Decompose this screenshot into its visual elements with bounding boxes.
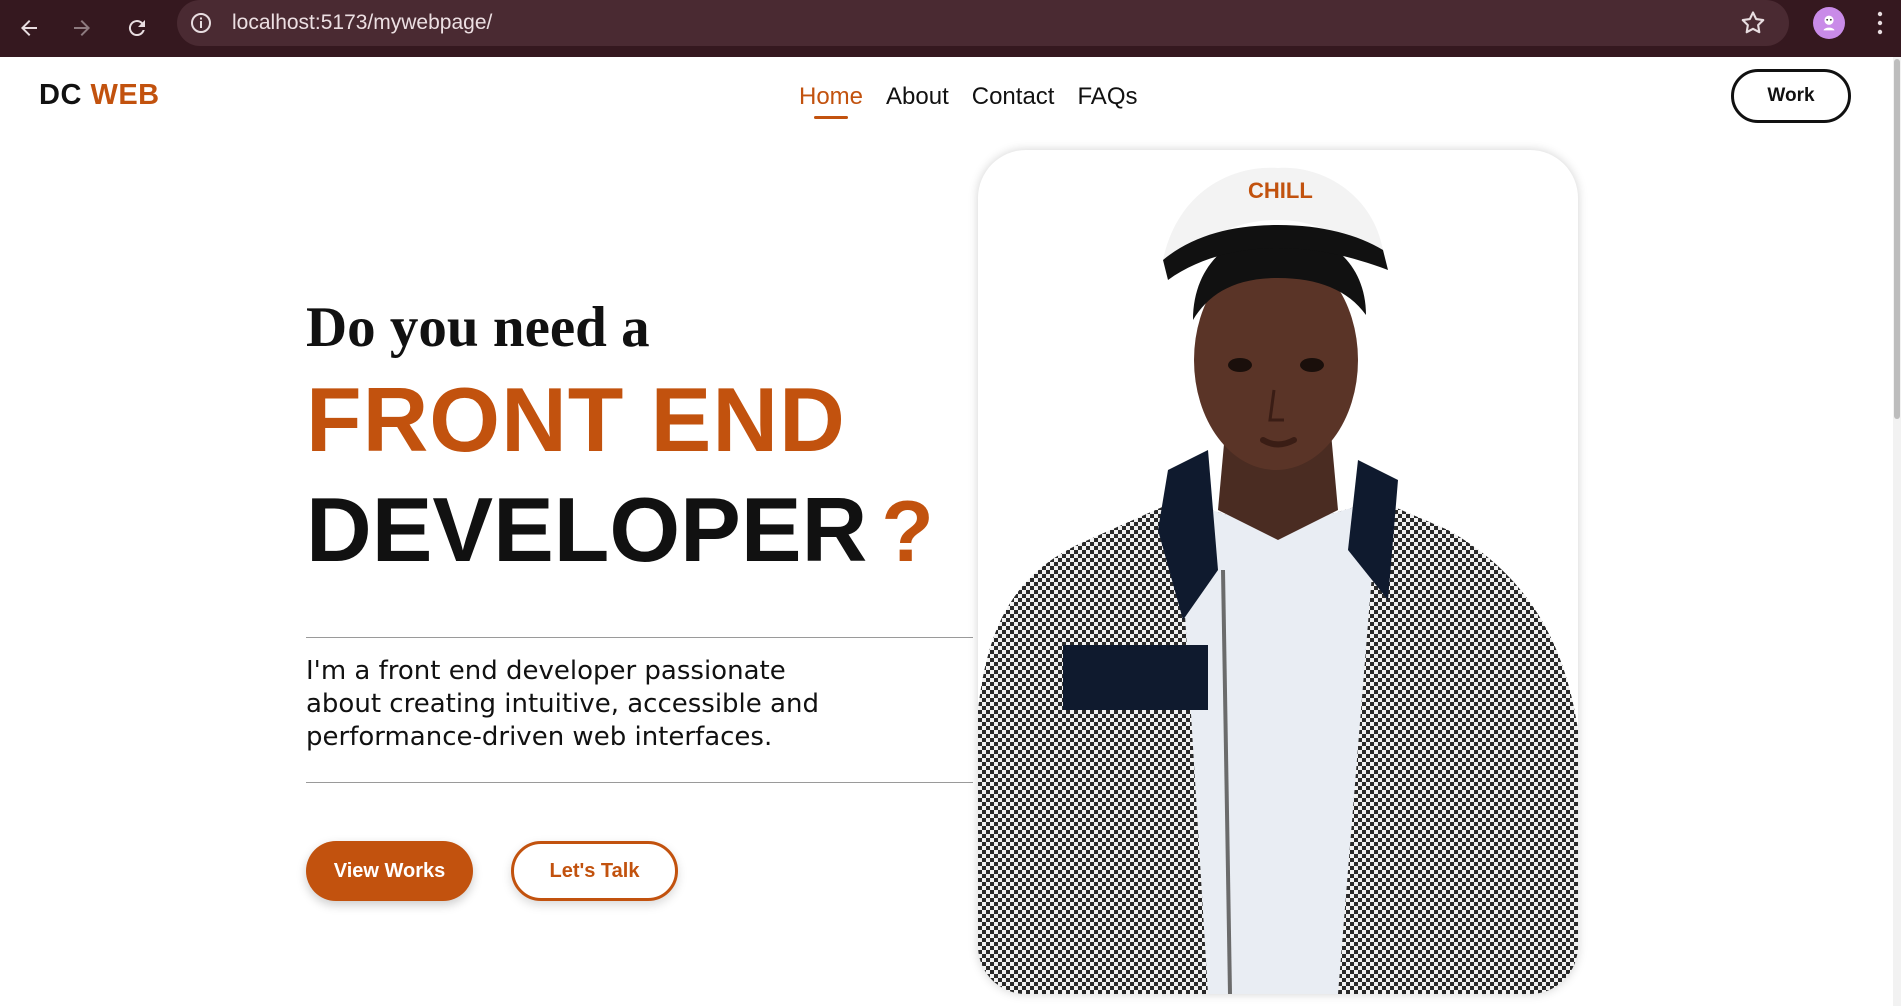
forward-button[interactable]: [62, 8, 102, 48]
work-button[interactable]: Work: [1731, 69, 1851, 123]
hero-heading-line1: Do you need a: [306, 296, 650, 359]
page-scrollbar[interactable]: [1893, 57, 1901, 1006]
hero-heading-line3: DEVELOPER?: [306, 485, 934, 576]
divider-bottom: [306, 782, 973, 783]
hero-description: I'm a front end developer passionate abo…: [306, 656, 819, 752]
hero-heading-developer: DEVELOPER: [306, 480, 868, 581]
nav-faqs[interactable]: FAQs: [1077, 83, 1137, 111]
menu-icon[interactable]: [1868, 8, 1892, 38]
forward-icon: [74, 20, 90, 36]
star-icon[interactable]: [1739, 9, 1767, 37]
question-mark: ?: [881, 484, 934, 580]
web-page: DC WEB Home About Contact FAQs Work Do y…: [0, 57, 1901, 1006]
nav-about[interactable]: About: [886, 83, 949, 111]
hero-heading-line2: FRONT END: [306, 370, 846, 471]
nav-home[interactable]: Home: [799, 83, 863, 119]
back-icon: [21, 20, 37, 36]
profile-avatar[interactable]: [1813, 7, 1845, 39]
nav-contact[interactable]: Contact: [972, 83, 1055, 111]
avatar-icon: [1823, 15, 1835, 31]
logo-primary: DC: [39, 79, 82, 111]
portrait-illustration: CHILL: [978, 167, 1578, 994]
profile-photo: CHILL: [978, 150, 1578, 994]
back-button[interactable]: [9, 8, 49, 48]
reload-button[interactable]: [117, 8, 157, 48]
logo-accent: WEB: [90, 79, 160, 111]
divider-top: [306, 637, 973, 638]
reload-icon: [128, 20, 145, 37]
url-text[interactable]: localhost:5173/mywebpage/: [232, 11, 492, 35]
address-bar[interactable]: localhost:5173/mywebpage/: [177, 0, 1789, 46]
lets-talk-button[interactable]: Let's Talk: [511, 841, 678, 901]
view-works-button[interactable]: View Works: [306, 841, 473, 901]
cap-logo-text: CHILL: [1248, 178, 1313, 203]
browser-toolbar: localhost:5173/mywebpage/: [0, 0, 1901, 57]
main-nav: Home About Contact FAQs: [799, 83, 1137, 119]
info-icon[interactable]: [189, 11, 213, 35]
scrollbar-thumb[interactable]: [1894, 59, 1900, 419]
site-logo[interactable]: DC WEB: [39, 79, 160, 112]
